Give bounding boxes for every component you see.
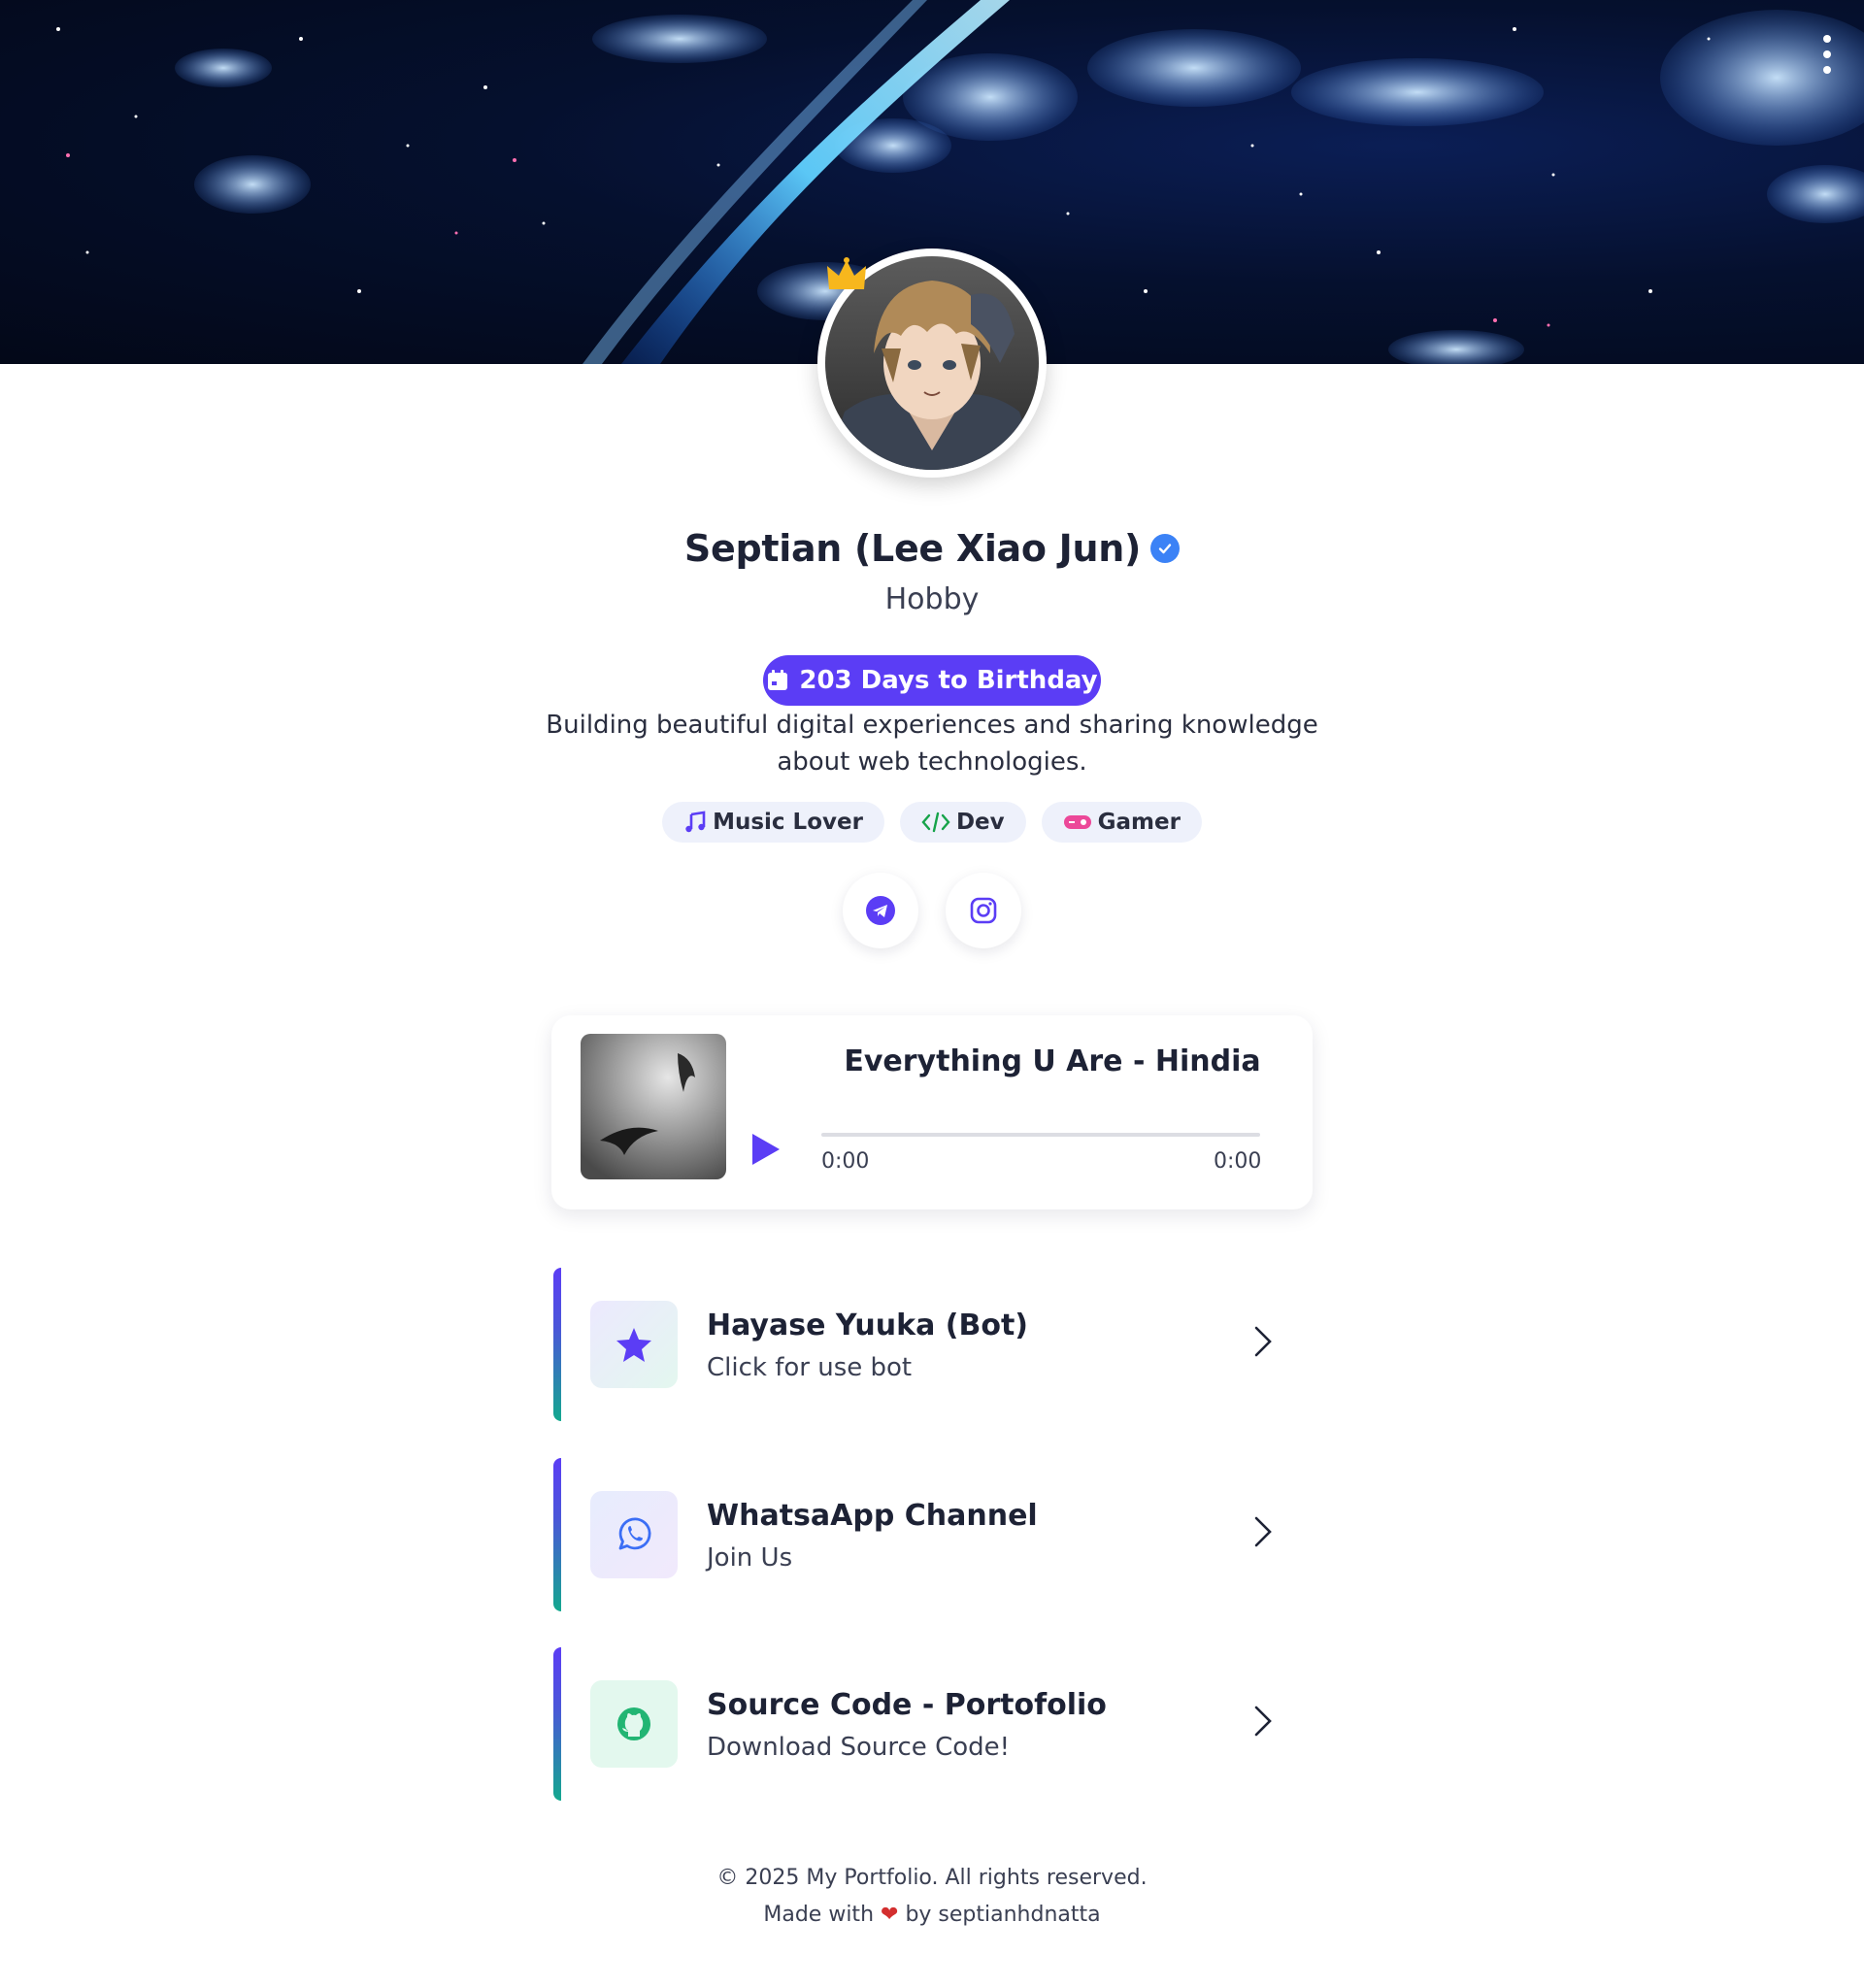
link-card-whatsapp[interactable]: WhatsaApp Channel Join Us [551,1458,1313,1611]
card-accent [553,1458,561,1611]
tag-label: Music Lover [713,810,863,835]
progress-bar[interactable] [821,1133,1260,1137]
tag-gamer: Gamer [1041,802,1202,843]
made-with-line: Made with ❤ by septianhdnatta [0,1897,1864,1934]
link-title: WhatsaApp Channel [707,1499,1038,1533]
album-cover [581,1034,726,1179]
footer: © 2025 My Portfolio. All rights reserved… [0,1860,1864,1934]
whatsapp-icon [618,1517,651,1550]
current-time: 0:00 [821,1149,870,1174]
music-note-icon [685,811,706,833]
social-links [0,873,1864,948]
link-title: Hayase Yuuka (Bot) [707,1309,1029,1342]
copyright-text: © 2025 My Portfolio. All rights reserved… [716,1866,1148,1890]
chevron-right-icon [1254,1326,1272,1357]
link-card-bot[interactable]: Hayase Yuuka (Bot) Click for use bot [551,1268,1313,1421]
tag-dev: Dev [899,802,1026,843]
github-icon [617,1707,650,1740]
album-art [581,1034,726,1179]
instagram-button[interactable] [946,873,1021,948]
instagram-icon [970,897,997,924]
made-with-suffix: by septianhdnatta [905,1903,1101,1927]
duration: 0:00 [1214,1149,1262,1174]
crown-icon [827,257,866,289]
chevron-right-icon [1254,1706,1272,1737]
chevron-right-icon [1254,1516,1272,1547]
gamepad-icon [1063,815,1091,829]
song-title: Everything U Are - Hindia [844,1044,1261,1078]
card-accent [553,1268,561,1421]
verified-badge-icon [1150,534,1181,563]
play-icon[interactable] [749,1132,782,1167]
heart-icon: ❤ [881,1903,899,1927]
profile-header: Septian (Lee Xiao Jun) [0,524,1864,573]
telegram-button[interactable] [843,873,918,948]
link-icon-box [590,1491,678,1578]
tag-music-lover: Music Lover [662,802,884,843]
avatar [817,248,1047,478]
tag-label: Gamer [1097,810,1181,835]
tag-label: Dev [955,810,1005,835]
link-subtitle: Click for use bot [707,1353,913,1382]
telegram-icon [866,896,895,925]
star-icon [616,1328,651,1362]
calendar-icon [768,670,788,690]
link-subtitle: Download Source Code! [707,1733,1011,1762]
link-title: Source Code - Portofolio [707,1688,1107,1722]
birthday-badge: 203 Days to Birthday [763,655,1101,706]
link-card-source-code[interactable]: Source Code - Portofolio Download Source… [551,1647,1313,1801]
more-vertical-icon[interactable] [1817,35,1837,74]
music-player: Everything U Are - Hindia 0:00 0:00 [551,1015,1313,1209]
profile-subtitle: Hobby [884,582,980,616]
link-subtitle: Join Us [707,1543,793,1573]
profile-bio: Building beautiful digital experiences a… [546,711,1318,777]
link-icon-box [590,1680,678,1768]
card-accent [553,1647,561,1801]
profile-name: Septian (Lee Xiao Jun) [683,527,1142,570]
birthday-label: 203 Days to Birthday [799,666,1098,695]
made-with-prefix: Made with [763,1903,875,1927]
tag-list: Music Lover Dev Gamer [0,802,1864,843]
code-icon [921,812,950,833]
link-icon-box [590,1301,678,1388]
